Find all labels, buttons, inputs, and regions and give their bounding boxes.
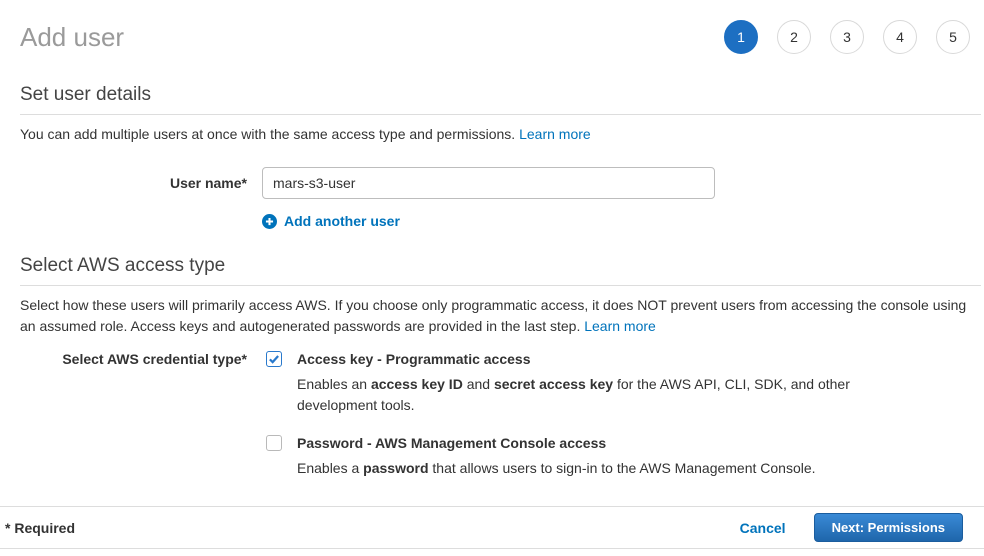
console-access-checkbox[interactable] <box>266 435 282 451</box>
option-console-access: Password - AWS Management Console access… <box>262 434 852 479</box>
wizard-steps: 1 2 3 4 5 <box>724 20 970 54</box>
wizard-footer: * Required Cancel Next: Permissions <box>0 506 984 549</box>
add-another-user-row: Add another user <box>262 213 981 229</box>
footer-actions: Cancel Next: Permissions <box>740 513 963 542</box>
page-title: Add user <box>20 22 124 53</box>
checkmark-icon <box>268 353 280 365</box>
step-indicator-2: 2 <box>777 20 811 54</box>
section-heading-user-details: Set user details <box>20 84 981 115</box>
option-console-head: Password - AWS Management Console access <box>262 434 852 452</box>
add-user-page: Add user 1 2 3 4 5 Set user details You … <box>0 0 984 556</box>
access-type-description-text: Select how these users will primarily ac… <box>20 297 966 334</box>
next-permissions-button[interactable]: Next: Permissions <box>814 513 963 542</box>
console-access-description: Enables a password that allows users to … <box>297 458 852 479</box>
step-indicator-4: 4 <box>883 20 917 54</box>
step-indicator-1: 1 <box>724 20 758 54</box>
desc-text: Enables an <box>297 376 371 392</box>
desc-text: that allows users to sign-in to the AWS … <box>429 460 816 476</box>
desc-bold: password <box>363 460 428 476</box>
cancel-button[interactable]: Cancel <box>740 520 786 536</box>
programmatic-access-checkbox[interactable] <box>266 351 282 367</box>
page-header: Add user 1 2 3 4 5 <box>20 0 981 58</box>
programmatic-access-description: Enables an access key ID and secret acce… <box>297 374 852 416</box>
desc-text: Enables a <box>297 460 363 476</box>
username-row: User name* <box>20 167 981 199</box>
add-another-user-link[interactable]: Add another user <box>284 213 400 229</box>
username-label: User name* <box>20 175 247 191</box>
required-note: * Required <box>5 520 75 536</box>
credential-type-row: Select AWS credential type* Access key -… <box>20 350 981 479</box>
option-programmatic-access: Access key - Programmatic access Enables… <box>262 350 852 416</box>
access-type-description: Select how these users will primarily ac… <box>20 295 981 337</box>
step-indicator-5: 5 <box>936 20 970 54</box>
learn-more-link-user-details[interactable]: Learn more <box>519 126 591 142</box>
credential-type-label: Select AWS credential type* <box>20 351 247 367</box>
desc-bold: secret access key <box>494 376 613 392</box>
console-access-title: Password - AWS Management Console access <box>297 434 606 452</box>
user-details-description-text: You can add multiple users at once with … <box>20 126 519 142</box>
step-indicator-3: 3 <box>830 20 864 54</box>
desc-bold: access key ID <box>371 376 463 392</box>
learn-more-link-access-type[interactable]: Learn more <box>584 318 656 334</box>
plus-circle-icon <box>262 214 277 229</box>
option-programmatic-head: Access key - Programmatic access <box>262 350 852 368</box>
programmatic-access-title: Access key - Programmatic access <box>297 350 530 368</box>
username-input[interactable] <box>262 167 715 199</box>
user-details-description: You can add multiple users at once with … <box>20 124 981 145</box>
credential-options: Access key - Programmatic access Enables… <box>262 350 852 479</box>
desc-text: and <box>463 376 494 392</box>
section-heading-access-type: Select AWS access type <box>20 255 981 286</box>
